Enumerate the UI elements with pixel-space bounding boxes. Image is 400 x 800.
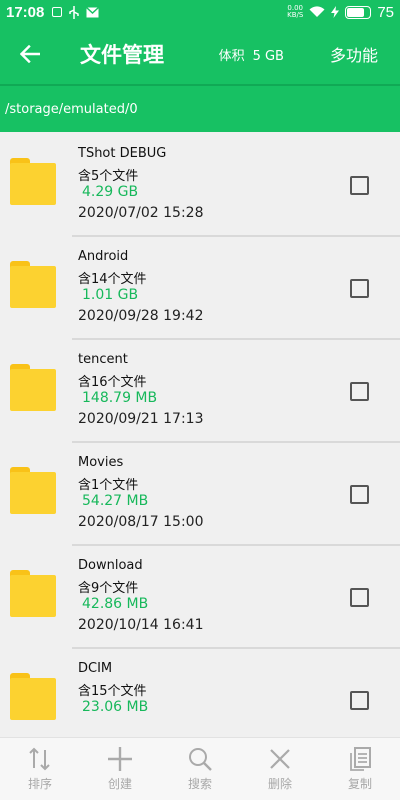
file-count: 含9个文件 (78, 581, 139, 596)
nav-search-button[interactable]: 搜索 (160, 738, 240, 800)
folder-icon (10, 364, 56, 412)
file-count: 含16个文件 (78, 375, 147, 390)
modified-date: 2020/09/21 17:13 (78, 411, 204, 427)
wifi-icon (309, 6, 325, 17)
nav-label: 复制 (347, 777, 372, 791)
folder-size: 23.06 MB (82, 699, 149, 715)
back-button[interactable] (0, 24, 60, 84)
file-count: 含15个文件 (78, 684, 147, 699)
select-checkbox[interactable] (350, 382, 369, 401)
nav-close-button[interactable]: 删除 (240, 738, 320, 800)
folder-icon (10, 261, 56, 309)
search-icon (189, 748, 212, 771)
folder-icon (10, 570, 56, 618)
folder-name: TShot DEBUG (78, 146, 167, 161)
folder-icon (10, 673, 56, 721)
modified-date: 2020/07/02 15:28 (78, 205, 204, 221)
folder-name: tencent (78, 352, 128, 367)
nav-label: 搜索 (187, 777, 212, 791)
file-count: 含1个文件 (78, 478, 139, 493)
battery-icon (345, 5, 372, 19)
file-list[interactable]: TShot DEBUG 含5个文件 4.29 GB 2020/07/02 15:28 A… (0, 134, 400, 737)
folder-icon (10, 467, 56, 515)
gallery-notification-icon (52, 7, 63, 17)
status-bar: 17:08 0.00 KB/S 75 (0, 0, 400, 24)
bottom-toolbar: 排序 创建 搜索 删除 复制 (0, 737, 400, 800)
nav-label: 排序 (27, 777, 52, 791)
charging-icon (331, 6, 340, 18)
folder-size: 4.29 GB (82, 184, 139, 200)
battery-fill (347, 7, 364, 17)
file-count: 含14个文件 (78, 272, 147, 287)
arrow-left-icon (20, 45, 40, 63)
folder-name: Download (78, 558, 143, 573)
current-path: /storage/emulated/0 (0, 84, 400, 132)
nav-plus-button[interactable]: 创建 (80, 738, 160, 800)
file-row[interactable]: Download 含9个文件 42.86 MB 2020/10/14 16:41 (0, 546, 400, 649)
file-row[interactable]: DCIM 含15个文件 23.06 MB (0, 649, 400, 737)
modified-date: 2020/09/28 19:42 (78, 308, 204, 324)
close-icon (270, 749, 290, 769)
total-size-label: 体积 (218, 48, 245, 64)
nav-label: 删除 (267, 777, 292, 791)
folder-size: 42.86 MB (82, 596, 149, 612)
file-row[interactable]: TShot DEBUG 含5个文件 4.29 GB 2020/07/02 15:28 (0, 134, 400, 237)
total-size: 体积 5 GB (219, 45, 284, 64)
nav-label: 创建 (107, 777, 132, 791)
file-row[interactable]: Android 含14个文件 1.01 GB 2020/09/28 19:42 (0, 237, 400, 340)
page-title: 文件管理 (80, 43, 164, 67)
mail-icon (86, 6, 100, 17)
select-checkbox[interactable] (350, 485, 369, 504)
folder-name: Android (78, 249, 129, 264)
folder-size: 148.79 MB (82, 390, 158, 406)
folder-size: 54.27 MB (82, 493, 149, 509)
nav-sort-button[interactable]: 排序 (0, 738, 80, 800)
net-speed: 0.00 KB/S (287, 5, 303, 19)
modified-date: 2020/10/14 16:41 (78, 617, 204, 633)
plus-icon (108, 747, 132, 771)
total-size-value: 5 GB (252, 48, 284, 64)
more-functions-button[interactable]: 多功能 (330, 42, 378, 66)
battery-percent: 75 (377, 3, 394, 21)
folder-name: Movies (78, 455, 124, 470)
modified-date: 2020/08/17 15:00 (78, 514, 204, 530)
select-checkbox[interactable] (350, 279, 369, 298)
net-speed-unit: KB/S (287, 11, 304, 19)
status-time: 17:08 (6, 3, 45, 21)
sort-icon (29, 747, 50, 771)
file-count: 含5个文件 (78, 169, 139, 184)
app-bar: 文件管理 体积 5 GB 多功能 (0, 24, 400, 84)
folder-icon (10, 158, 56, 206)
file-row[interactable]: tencent 含16个文件 148.79 MB 2020/09/21 17:13 (0, 340, 400, 443)
folder-name: DCIM (78, 661, 113, 676)
select-checkbox[interactable] (350, 176, 369, 195)
nav-copy-button[interactable]: 复制 (320, 738, 400, 800)
file-row[interactable]: Movies 含1个文件 54.27 MB 2020/08/17 15:00 (0, 443, 400, 546)
folder-size: 1.01 GB (82, 287, 139, 303)
copy-icon (350, 747, 371, 771)
usb-icon (69, 5, 80, 19)
select-checkbox[interactable] (350, 691, 369, 710)
select-checkbox[interactable] (350, 588, 369, 607)
